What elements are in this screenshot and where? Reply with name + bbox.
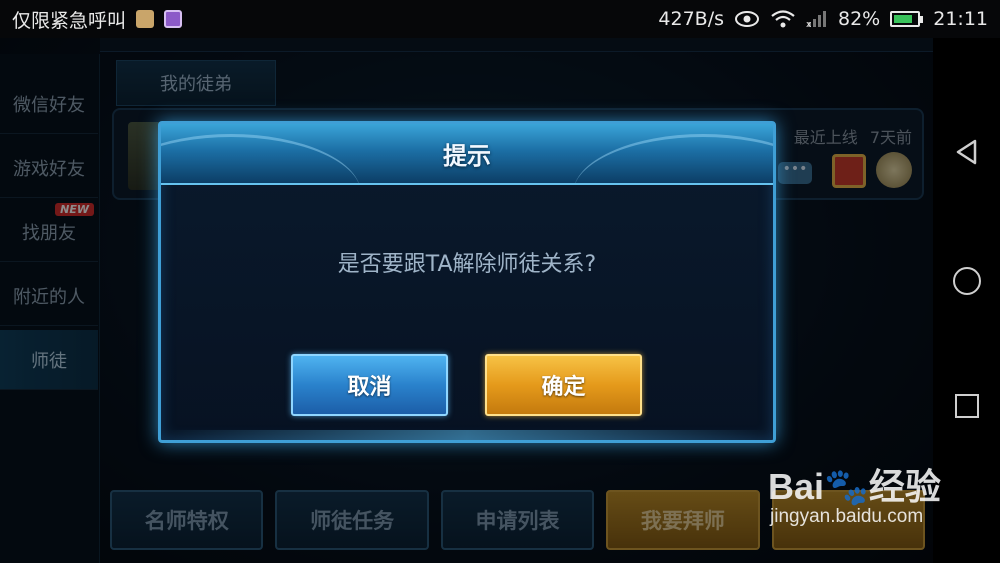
back-icon[interactable]	[953, 138, 981, 166]
emergency-only-text: 仅限紧急呼叫	[12, 9, 127, 32]
home-icon[interactable]	[953, 267, 981, 295]
cancel-button[interactable]: 取消	[291, 354, 448, 416]
header-decoration	[573, 134, 773, 183]
battery-percent: 82%	[838, 8, 881, 30]
notification-icon	[136, 10, 155, 28]
signal-icon: x	[806, 11, 826, 28]
dialog-message: 是否要跟TA解除师徒关系?	[337, 252, 597, 277]
watermark-logo: Bai🐾经验	[768, 466, 941, 507]
watermark-url: jingyan.baidu.com	[770, 506, 924, 527]
wifi-icon	[771, 10, 795, 28]
header-decoration	[161, 134, 361, 183]
clock: 21:11	[933, 8, 988, 30]
network-speed: 427B/s	[658, 8, 724, 30]
dialog-header: 提示	[161, 124, 773, 185]
confirm-button[interactable]: 确定	[485, 354, 642, 416]
gallery-notification-icon	[164, 10, 183, 28]
confirm-dialog: 提示 是否要跟TA解除师徒关系? 取消 确定	[158, 121, 776, 443]
svg-text:x: x	[806, 20, 812, 28]
battery-icon	[890, 11, 924, 27]
dialog-footer-glow	[161, 430, 773, 440]
status-bar: 仅限紧急呼叫 427B/s x 82% 21:11	[0, 0, 1000, 38]
dialog-title: 提示	[443, 142, 491, 170]
eye-icon	[735, 11, 759, 27]
recent-apps-icon[interactable]	[955, 394, 979, 418]
baidu-jingyan-watermark: Bai🐾经验 jingyan.baidu.com	[768, 458, 948, 538]
